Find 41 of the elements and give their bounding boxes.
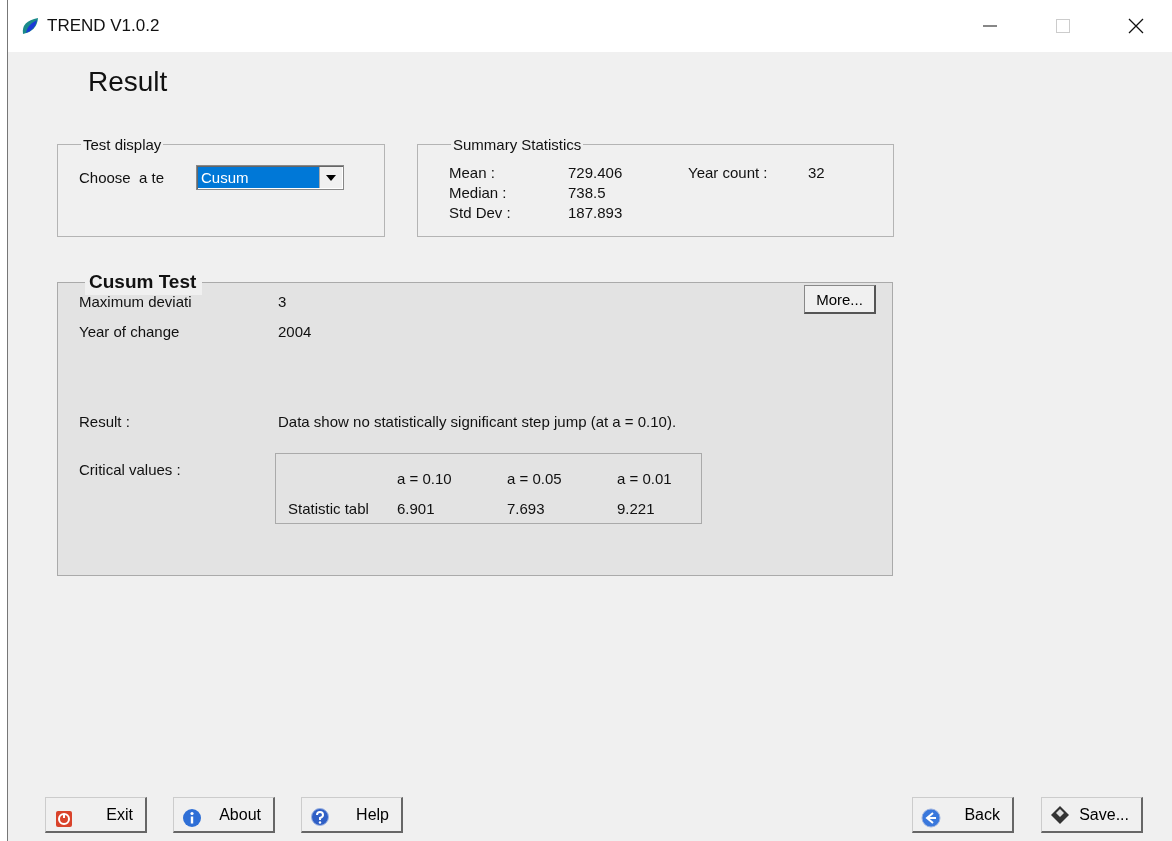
back-button[interactable]: Back	[912, 797, 1014, 833]
result-value: 2004	[278, 322, 312, 342]
panel-title: Summary Statistics	[452, 136, 583, 153]
stat-label: Median :	[449, 183, 508, 203]
info-icon	[182, 807, 202, 828]
page-heading: Result	[88, 66, 168, 98]
test-dropdown[interactable]: Cusum	[196, 165, 344, 190]
table-cell-text: 9.221	[617, 499, 656, 519]
panel-title: Test display	[82, 136, 163, 153]
result-label: Result :	[79, 412, 130, 432]
leaf-icon	[21, 17, 39, 35]
result-text: Data show no statistically significant step jump (at a = 0.10).	[278, 412, 677, 432]
minimize-icon	[982, 25, 997, 27]
window-title: TREND V1.0.2	[47, 16, 160, 36]
stat-value: 738.5	[568, 183, 607, 203]
stat-value: 187.893	[568, 203, 624, 223]
table-cell-text: 6.901	[397, 499, 436, 519]
maximize-icon	[1055, 19, 1070, 33]
save-button[interactable]: Save...	[1041, 797, 1143, 833]
row-label: Statistic tabl	[288, 499, 370, 519]
result-label: Year of change	[79, 322, 180, 342]
stat-label: Std Dev :	[449, 203, 512, 223]
help-button[interactable]: Help	[301, 797, 403, 833]
info-button[interactable]: About	[173, 797, 275, 833]
result-label: Maximum deviati	[79, 292, 192, 312]
dropdown-arrow-icon	[326, 174, 336, 181]
field-label: Choose a te	[79, 169, 166, 186]
result-label: Critical values :	[79, 460, 182, 480]
column-header: a = 0.01	[617, 469, 673, 489]
help-icon	[310, 807, 330, 828]
column-header: a = 0.10	[397, 469, 453, 489]
stat-label: Mean :	[449, 163, 496, 183]
table-cell-text: 7.693	[507, 499, 546, 519]
more-button[interactable]: More...	[804, 285, 876, 314]
result-value: 3	[278, 292, 287, 312]
close-icon	[1127, 18, 1144, 34]
exit-button[interactable]: Exit	[45, 797, 147, 833]
stat-value: 729.406	[568, 163, 624, 183]
stat-label: Year count :	[688, 163, 769, 183]
stat-value: 32	[808, 163, 826, 183]
column-header: a = 0.05	[507, 469, 563, 489]
